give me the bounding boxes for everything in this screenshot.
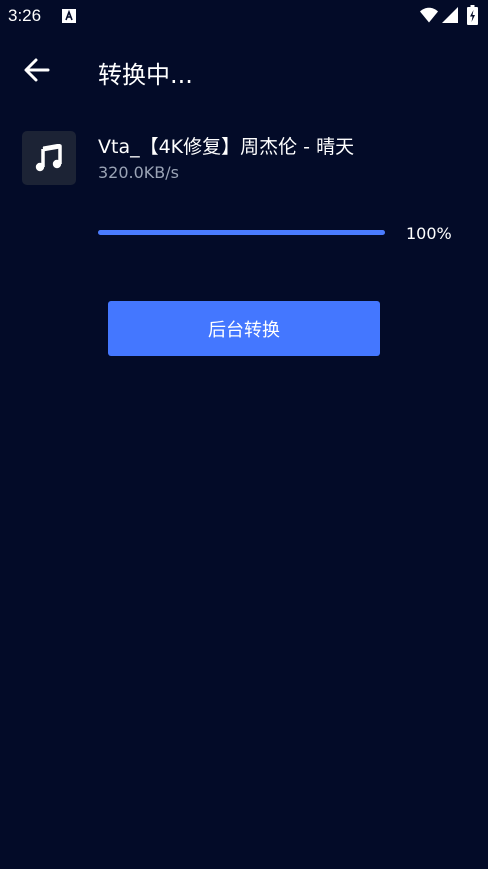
notification-a-icon	[62, 9, 76, 23]
file-thumbnail	[22, 131, 76, 185]
progress-bar	[98, 230, 385, 235]
status-bar: 3:26	[0, 0, 488, 34]
transfer-speed: 320.0KB/s	[98, 163, 179, 182]
page-title: 转换中...	[98, 61, 193, 89]
signal-icon	[442, 7, 458, 23]
wifi-icon	[420, 7, 438, 23]
back-arrow-icon[interactable]	[22, 56, 52, 84]
background-convert-button[interactable]: 后台转换	[108, 301, 380, 356]
app-bar: 转换中...	[0, 40, 488, 100]
file-name: Vta_【4K修复】周杰伦 - 晴天	[98, 136, 355, 158]
battery-charging-icon	[467, 5, 478, 25]
file-card: Vta_【4K修复】周杰伦 - 晴天 320.0KB/s	[0, 128, 488, 192]
status-time: 3:26	[8, 6, 42, 25]
music-note-icon	[35, 144, 62, 172]
progress-percent: 100%	[406, 224, 452, 243]
progress-fill	[98, 230, 385, 235]
